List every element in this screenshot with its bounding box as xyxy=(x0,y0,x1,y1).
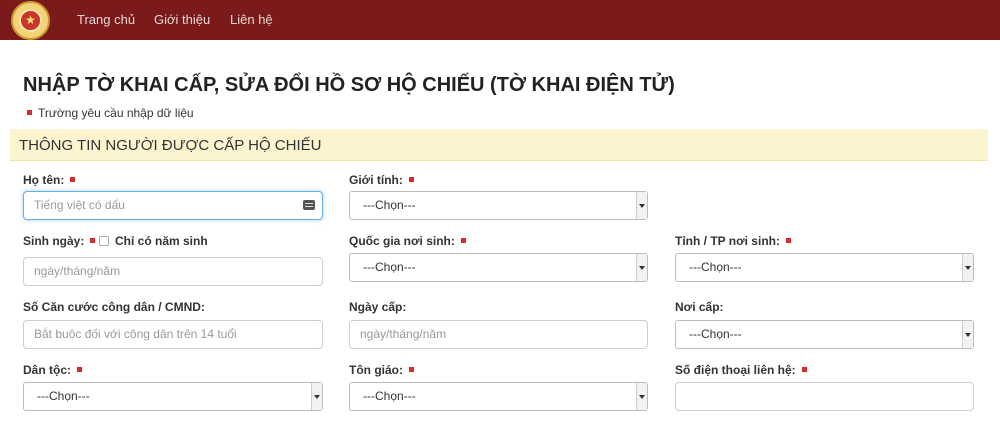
so-dien-thoai-label-text: Số điện thoại liên hệ: xyxy=(675,363,796,377)
chevron-down-icon[interactable] xyxy=(962,254,973,281)
ho-ten-label: Họ tên: xyxy=(23,173,76,187)
noi-cap-value: ---Chọn--- xyxy=(689,327,742,341)
required-marker-icon xyxy=(90,238,96,244)
chevron-down-icon[interactable] xyxy=(311,383,322,410)
tinh-tp-select[interactable]: ---Chọn--- xyxy=(675,253,974,282)
cccd-input[interactable]: Bắt buộc đối với công dân trên 14 tuổi xyxy=(23,320,323,349)
emblem-icon[interactable]: ★ xyxy=(11,1,50,40)
noi-cap-select[interactable]: ---Chọn--- xyxy=(675,320,974,349)
nav-about-link[interactable]: Giới thiệu xyxy=(154,12,210,27)
required-marker-icon xyxy=(70,177,76,183)
ngay-cap-label: Ngày cấp: xyxy=(349,300,407,314)
quoc-gia-value: ---Chọn--- xyxy=(363,260,416,274)
sinh-ngay-label-text: Sinh ngày: xyxy=(23,234,85,248)
section-header: THÔNG TIN NGƯỜI ĐƯỢC CẤP HỘ CHIẾU xyxy=(10,129,988,161)
chevron-down-icon[interactable] xyxy=(636,383,647,410)
quoc-gia-label: Quốc gia nơi sinh: xyxy=(349,234,466,248)
cccd-label: Số Căn cước công dân / CMND: xyxy=(23,300,205,314)
required-marker-icon xyxy=(460,238,466,244)
ngay-cap-placeholder: ngày/tháng/năm xyxy=(360,327,447,341)
required-note: Trường yêu cầu nhập dữ liệu xyxy=(27,106,194,120)
dan-toc-label-text: Dân tộc: xyxy=(23,363,71,377)
gioi-tinh-value: ---Chọn--- xyxy=(363,198,416,212)
section-title: THÔNG TIN NGƯỜI ĐƯỢC CẤP HỘ CHIẾU xyxy=(19,137,322,154)
dan-toc-select[interactable]: ---Chọn--- xyxy=(23,382,323,411)
dan-toc-label: Dân tộc: xyxy=(23,363,82,377)
ton-giao-value: ---Chọn--- xyxy=(363,389,416,403)
tinh-tp-label-text: Tỉnh / TP nơi sinh: xyxy=(675,234,780,248)
sinh-ngay-input[interactable]: ngày/tháng/năm xyxy=(23,257,323,286)
ho-ten-placeholder: Tiếng việt có dấu xyxy=(34,198,125,212)
quoc-gia-label-text: Quốc gia nơi sinh: xyxy=(349,234,455,248)
required-marker-icon xyxy=(27,110,32,116)
ho-ten-input[interactable]: Tiếng việt có dấu xyxy=(23,191,323,220)
nam-sinh-checkbox[interactable] xyxy=(99,236,109,246)
required-marker-icon xyxy=(801,367,807,373)
so-dien-thoai-input[interactable] xyxy=(675,382,974,411)
tinh-tp-value: ---Chọn--- xyxy=(689,260,742,274)
nam-sinh-checkbox-label[interactable]: Chỉ có năm sinh xyxy=(115,234,208,248)
page-title: NHẬP TỜ KHAI CẤP, SỬA ĐỔI HỒ SƠ HỘ CHIẾU… xyxy=(23,74,675,96)
chevron-down-icon[interactable] xyxy=(636,254,647,281)
gioi-tinh-label: Giới tính: xyxy=(349,173,414,187)
required-marker-icon xyxy=(408,177,414,183)
emblem-inner: ★ xyxy=(19,9,42,32)
gioi-tinh-select[interactable]: ---Chọn--- xyxy=(349,191,648,220)
keyboard-icon[interactable] xyxy=(303,200,315,210)
cccd-placeholder: Bắt buộc đối với công dân trên 14 tuổi xyxy=(34,327,237,341)
required-marker-icon xyxy=(77,367,82,373)
top-navbar: ★ Trang chủ Giới thiệu Liên hệ xyxy=(0,0,1000,40)
sinh-ngay-label: Sinh ngày: xyxy=(23,234,96,248)
sinh-ngay-placeholder: ngày/tháng/năm xyxy=(34,264,121,278)
gioi-tinh-label-text: Giới tính: xyxy=(349,173,403,187)
nav-contact-link[interactable]: Liên hệ xyxy=(230,12,273,27)
ton-giao-label-text: Tôn giáo: xyxy=(349,363,403,377)
ton-giao-label: Tôn giáo: xyxy=(349,363,414,377)
noi-cap-label: Nơi cấp: xyxy=(675,300,724,314)
required-marker-icon xyxy=(785,238,791,244)
required-note-text: Trường yêu cầu nhập dữ liệu xyxy=(38,106,194,120)
chevron-down-icon[interactable] xyxy=(962,321,973,348)
ho-ten-label-text: Họ tên: xyxy=(23,173,65,187)
ton-giao-select[interactable]: ---Chọn--- xyxy=(349,382,648,411)
quoc-gia-select[interactable]: ---Chọn--- xyxy=(349,253,648,282)
required-marker-icon xyxy=(409,367,414,373)
dan-toc-value: ---Chọn--- xyxy=(37,389,90,403)
so-dien-thoai-label: Số điện thoại liên hệ: xyxy=(675,363,807,377)
ngay-cap-input[interactable]: ngày/tháng/năm xyxy=(349,320,648,349)
chevron-down-icon[interactable] xyxy=(636,192,647,219)
tinh-tp-label: Tỉnh / TP nơi sinh: xyxy=(675,234,791,248)
nav-home-link[interactable]: Trang chủ xyxy=(77,12,135,27)
